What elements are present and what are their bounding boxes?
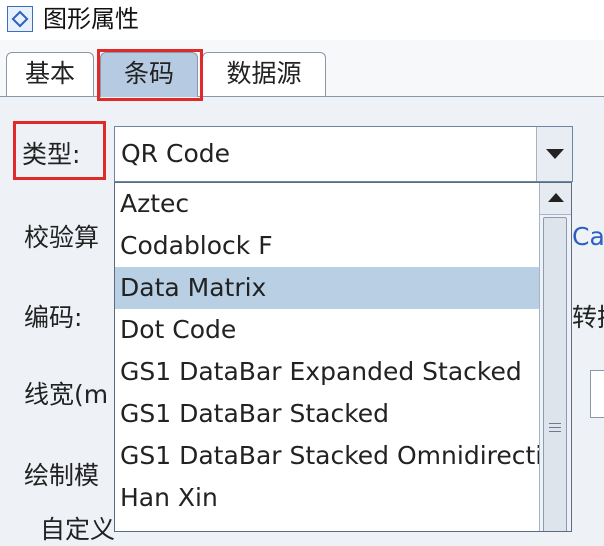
- dropdown-option-gs1-databar-stacked[interactable]: GS1 DataBar Stacked: [115, 393, 540, 435]
- dropdown-option-han-xin[interactable]: Han Xin: [115, 477, 540, 519]
- dropdown-scrollbar[interactable]: [539, 183, 571, 531]
- type-select-value: QR Code: [121, 139, 230, 168]
- window-title: 图形属性: [43, 5, 139, 33]
- dropdown-option-aztec[interactable]: Aztec: [115, 183, 540, 225]
- barcode-app-icon: [7, 6, 33, 32]
- dropdown-option-data-matrix[interactable]: Data Matrix: [115, 267, 540, 309]
- convert-label-fragment: 转换: [572, 303, 604, 332]
- dropdown-option-dot-code[interactable]: Dot Code: [115, 309, 540, 351]
- type-select[interactable]: QR Code: [114, 126, 573, 182]
- scroll-up-icon[interactable]: [540, 183, 571, 215]
- draw-mode-label: 绘制模: [24, 461, 100, 490]
- line-width-field[interactable]: [590, 370, 604, 418]
- checksum-value-fragment[interactable]: Ca: [572, 221, 604, 253]
- dropdown-option-gs1-databar-expanded-stacked[interactable]: GS1 DataBar Expanded Stacked: [115, 351, 540, 393]
- dropdown-option-gs1-databar-stacked-omnidirectional[interactable]: GS1 DataBar Stacked Omnidirectional: [115, 435, 540, 477]
- dropdown-option-codablock-f[interactable]: Codablock F: [115, 225, 540, 267]
- title-bar: 图形属性: [0, 0, 604, 40]
- type-dropdown-list: Aztec Codablock F Data Matrix Dot Code G…: [114, 182, 572, 532]
- checksum-label: 校验算: [24, 223, 100, 252]
- tab-basic[interactable]: 基本: [6, 52, 94, 96]
- scrollbar-thumb[interactable]: [543, 217, 567, 531]
- tab-bar: 基本 条码 数据源: [0, 40, 604, 97]
- line-width-label: 线宽(m: [24, 380, 109, 409]
- tab-barcode[interactable]: 条码: [100, 52, 198, 97]
- type-label: 类型:: [22, 140, 81, 169]
- chevron-down-icon[interactable]: [536, 127, 572, 181]
- custom-label: 自定义: [40, 515, 116, 544]
- encoding-label: 编码:: [24, 303, 83, 332]
- tab-datasource[interactable]: 数据源: [202, 52, 326, 96]
